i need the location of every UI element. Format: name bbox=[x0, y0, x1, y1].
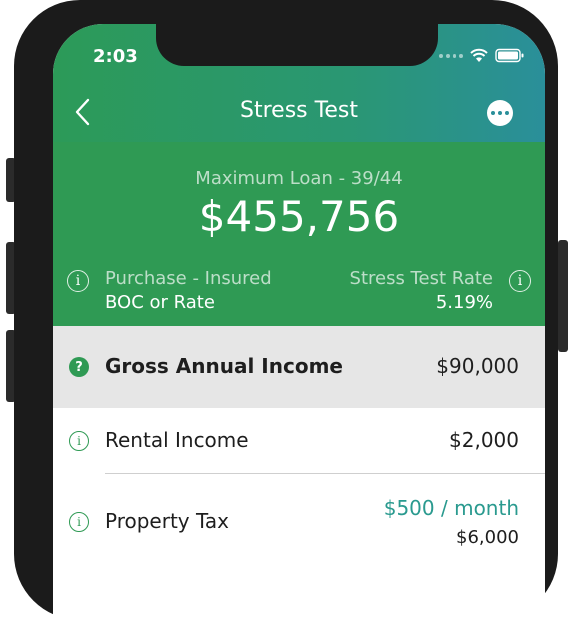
property-tax-label: Property Tax bbox=[105, 509, 229, 533]
status-icons bbox=[439, 48, 525, 63]
loan-summary: Maximum Loan - 39/44 $455,756 i Purchase… bbox=[53, 142, 545, 326]
max-loan-value: $455,756 bbox=[198, 192, 400, 241]
property-tax-monthly[interactable]: $500 / month bbox=[384, 496, 519, 520]
gross-income-label: Gross Annual Income bbox=[105, 354, 343, 378]
rental-income-value[interactable]: $2,000 bbox=[449, 428, 519, 452]
wifi-icon bbox=[470, 48, 488, 62]
notch bbox=[156, 24, 438, 66]
power-button bbox=[558, 240, 568, 352]
purchase-type-value: BOC or Rate bbox=[105, 292, 215, 313]
page-title: Stress Test bbox=[240, 98, 358, 123]
info-icon-purchase[interactable]: i bbox=[67, 270, 89, 292]
info-icon[interactable]: i bbox=[69, 431, 89, 451]
status-time: 2:03 bbox=[93, 46, 138, 67]
battery-icon bbox=[495, 48, 524, 63]
stress-rate-value: 5.19% bbox=[435, 292, 493, 313]
stress-rate-label: Stress Test Rate bbox=[349, 268, 493, 289]
screen: 2:03 Stress Test Maximum Loan - 39/44 $4… bbox=[53, 24, 545, 624]
property-tax-row[interactable]: i Property Tax $500 / month $6,000 bbox=[53, 474, 545, 584]
help-icon[interactable]: ? bbox=[69, 357, 89, 377]
info-icon-rate[interactable]: i bbox=[509, 270, 531, 292]
rental-income-row[interactable]: i Rental Income $2,000 bbox=[53, 408, 545, 474]
max-loan-label: Maximum Loan - 39/44 bbox=[195, 168, 403, 189]
nav-header: 2:03 Stress Test bbox=[53, 24, 545, 142]
signal-icon bbox=[439, 53, 463, 59]
info-icon[interactable]: i bbox=[69, 512, 89, 532]
gross-income-row[interactable]: ? Gross Annual Income $90,000 bbox=[53, 326, 545, 408]
purchase-type-label: Purchase - Insured bbox=[105, 268, 272, 289]
gross-income-value[interactable]: $90,000 bbox=[436, 354, 519, 378]
more-options-icon[interactable] bbox=[487, 100, 513, 126]
phone-frame: 2:03 Stress Test Maximum Loan - 39/44 $4… bbox=[14, 0, 558, 624]
rental-income-label: Rental Income bbox=[105, 428, 249, 452]
property-tax-annual: $6,000 bbox=[456, 527, 519, 548]
